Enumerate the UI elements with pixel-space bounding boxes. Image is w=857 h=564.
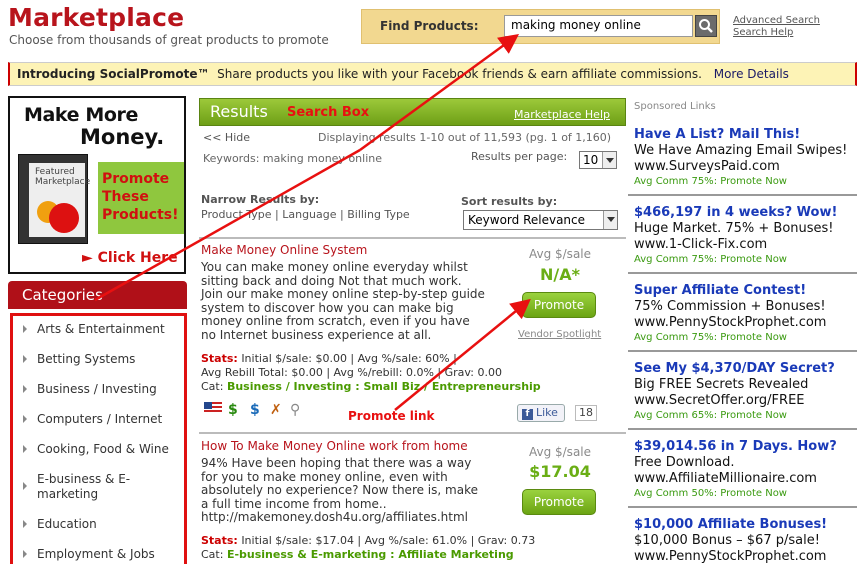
- chevron-right-icon: [23, 385, 27, 393]
- divider: [628, 272, 857, 274]
- listing-title[interactable]: Make Money Online System: [201, 243, 367, 257]
- find-products-label: Find Products:: [380, 19, 479, 33]
- sponsored-ad[interactable]: Have A List? Mail This! We Have Amazing E…: [634, 127, 856, 188]
- avg-sale-label: Avg $/sale: [528, 445, 592, 459]
- find-products-bar: Find Products: making money online: [361, 9, 720, 44]
- narrow-results-label: Narrow Results by:: [201, 193, 320, 206]
- keywords-label: Keywords: making money online: [203, 152, 382, 165]
- promo-click-here[interactable]: ► Click Here: [82, 250, 178, 266]
- listing-title[interactable]: How To Make Money Online work from home: [201, 439, 468, 453]
- results-title: Results: [210, 102, 268, 121]
- category-item[interactable]: Employment & Jobs: [23, 547, 185, 562]
- more-details-link[interactable]: More Details: [714, 67, 789, 81]
- vendor-spotlight-link[interactable]: Vendor Spotlight: [518, 329, 601, 340]
- chevron-down-icon: [602, 152, 616, 168]
- category-item[interactable]: Cooking, Food & Wine: [23, 442, 185, 457]
- sponsored-ad[interactable]: $466,197 in 4 weeks? Wow! Huge Market. 75…: [634, 205, 856, 266]
- chevron-right-icon: [23, 482, 27, 490]
- divider: [199, 237, 626, 239]
- marketplace-help-link[interactable]: Marketplace Help: [514, 108, 610, 121]
- promo-box-text: Featured Marketplace: [35, 167, 91, 187]
- categories-list: Arts & Entertainment Betting Systems Bus…: [10, 313, 187, 564]
- narrow-results-links[interactable]: Product Type | Language | Billing Type: [201, 208, 410, 221]
- recurring-dollar-icon: $: [250, 402, 260, 418]
- search-input[interactable]: making money online: [504, 15, 693, 37]
- sort-select[interactable]: Keyword Relevance: [463, 210, 618, 230]
- sponsored-ad[interactable]: Super Affiliate Contest! 75% Commission +…: [634, 283, 856, 344]
- categories-header: Categories: [8, 281, 187, 309]
- listing-stats: Stats: Initial $/sale: $17.04 | Avg %/sa…: [201, 534, 536, 561]
- avg-sale-value: N/A*: [540, 265, 580, 284]
- search-help-link[interactable]: Search Help: [733, 27, 820, 39]
- chevron-right-icon: [23, 550, 27, 558]
- featured-marketplace-box-image: Featured Marketplace: [18, 154, 91, 244]
- search-links: Advanced Search Search Help: [733, 15, 820, 39]
- category-item[interactable]: Betting Systems: [23, 352, 185, 367]
- chevron-right-icon: [23, 325, 27, 333]
- listing-stats: Stats: Initial $/sale: $0.00 | Avg %/sal…: [201, 352, 541, 393]
- sponsored-ad[interactable]: $10,000 Affiliate Bonuses! $10,000 Bonus …: [634, 517, 856, 564]
- sponsored-ad[interactable]: $39,014.56 in 7 Days. How? Free Download.…: [634, 439, 856, 500]
- chevron-right-icon: [23, 355, 27, 363]
- chevron-down-icon: [603, 211, 617, 229]
- facebook-icon: f: [522, 409, 533, 420]
- divider: [628, 506, 857, 508]
- like-count: 18: [575, 405, 597, 421]
- sponsored-links-label: Sponsored Links: [634, 101, 716, 112]
- hide-link[interactable]: << Hide: [203, 131, 250, 144]
- listing-description: 94% Have been hoping that there was a wa…: [201, 456, 478, 525]
- intro-text: Share products you like with your Facebo…: [217, 67, 702, 81]
- promo-line2: Money.: [80, 125, 165, 149]
- us-flag-icon: [204, 402, 222, 418]
- advanced-search-link[interactable]: Advanced Search: [733, 15, 820, 27]
- tools-icon: ✗: [270, 402, 282, 418]
- promo-line1: Make More: [24, 104, 138, 126]
- promote-button[interactable]: Promote: [522, 292, 596, 318]
- results-per-page-label: Results per page:: [471, 150, 568, 163]
- divider: [628, 350, 857, 352]
- intro-heading: Introducing SocialPromote™: [17, 67, 210, 81]
- chevron-right-icon: [23, 445, 27, 453]
- category-item[interactable]: Business / Investing: [23, 382, 185, 397]
- avg-sale-label: Avg $/sale: [528, 247, 592, 261]
- divider: [628, 428, 857, 430]
- category-item[interactable]: Computers / Internet: [23, 412, 185, 427]
- sort-label: Sort results by:: [461, 195, 558, 208]
- page-title: Marketplace: [8, 3, 185, 32]
- search-icon: [699, 19, 713, 33]
- category-item[interactable]: Education: [23, 517, 185, 532]
- listing-description: You can make money online everyday whils…: [201, 260, 485, 342]
- tagline: Choose from thousands of great products …: [9, 33, 329, 47]
- pin-icon: ⚲: [290, 402, 301, 418]
- category-item[interactable]: Arts & Entertainment: [23, 322, 185, 337]
- dollar-icon: $: [228, 402, 238, 418]
- avg-sale-value: $17.04: [529, 462, 591, 481]
- results-per-page-select[interactable]: 10: [579, 151, 617, 169]
- divider: [199, 432, 626, 434]
- socialpromote-banner: Introducing SocialPromote™ Share product…: [8, 62, 857, 86]
- promote-button[interactable]: Promote: [522, 489, 596, 515]
- chevron-right-icon: [23, 415, 27, 423]
- results-count: Displaying results 1-10 out of 11,593 (p…: [318, 131, 612, 144]
- featured-promo-banner[interactable]: Make More Money. Featured Marketplace Pr…: [8, 96, 186, 274]
- promote-link-annotation: Promote link: [348, 409, 435, 423]
- facebook-like-button[interactable]: f Like: [517, 404, 565, 422]
- promo-text: Promote These Products!: [102, 171, 179, 223]
- category-item[interactable]: E-business & E-marketing: [23, 472, 157, 502]
- sponsored-ad[interactable]: See My $4,370/DAY Secret? Big FREE Secret…: [634, 361, 856, 422]
- search-box-annotation: Search Box: [287, 105, 370, 120]
- search-button[interactable]: [695, 15, 717, 37]
- divider: [628, 194, 857, 196]
- chevron-right-icon: [23, 520, 27, 528]
- triangle-right-icon: ►: [82, 250, 93, 266]
- results-header-bar: Results Search Box Marketplace Help: [199, 98, 626, 126]
